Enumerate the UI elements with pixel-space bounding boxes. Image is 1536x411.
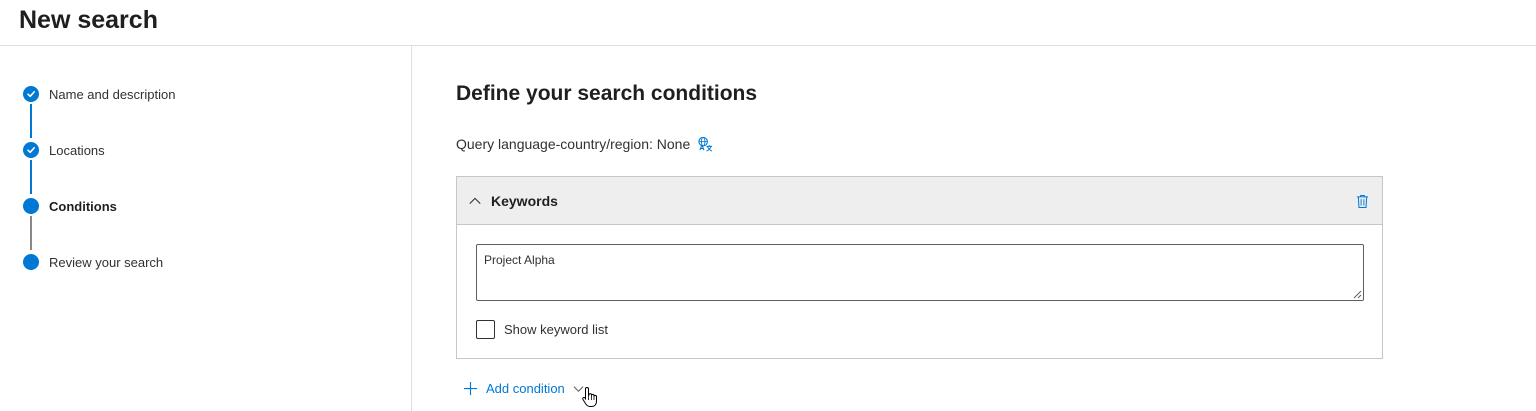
wizard-step-name-and-description[interactable]: Name and description	[23, 84, 175, 104]
resize-grip-icon[interactable]	[1353, 290, 1362, 299]
add-condition-label: Add condition	[486, 380, 565, 396]
step-label: Locations	[49, 142, 105, 158]
step-connector	[30, 104, 32, 138]
keywords-input[interactable]: Project Alpha	[476, 244, 1364, 301]
step-connector	[30, 216, 32, 250]
show-keyword-list-checkbox[interactable]: Show keyword list	[476, 320, 608, 339]
step-label: Conditions	[49, 198, 117, 214]
checkmark-icon	[23, 142, 39, 158]
hand-pointer-icon	[582, 386, 597, 407]
section-title: Define your search conditions	[456, 82, 758, 105]
step-current-dot	[23, 198, 39, 214]
keywords-condition-card: Keywords Project Alpha Show keyword list	[456, 176, 1383, 359]
wizard-step-conditions[interactable]: Conditions	[23, 196, 117, 216]
step-pending-dot	[23, 254, 39, 270]
wizard-step-review-your-search[interactable]: Review your search	[23, 252, 163, 272]
wizard-sidebar: Name and description Locations Condition…	[0, 46, 412, 411]
query-language-text: Query language-country/region: None	[456, 136, 691, 152]
translate-globe-icon[interactable]	[696, 135, 714, 153]
page-title: New search	[19, 6, 158, 34]
keywords-card-title: Keywords	[491, 192, 558, 209]
step-label: Name and description	[49, 86, 176, 102]
trash-icon[interactable]	[1354, 192, 1370, 210]
step-label: Review your search	[49, 254, 164, 270]
chevron-up-icon[interactable]	[467, 193, 483, 209]
main-content: Define your search conditions Query lang…	[456, 46, 1516, 411]
keywords-card-header[interactable]: Keywords	[457, 177, 1382, 225]
add-condition-button[interactable]: Add condition	[462, 380, 585, 396]
checkbox-box[interactable]	[476, 320, 495, 339]
step-connector	[30, 160, 32, 194]
page-header: New search	[0, 0, 1536, 46]
plus-icon	[462, 380, 478, 396]
checkmark-icon	[23, 86, 39, 102]
show-keyword-list-label: Show keyword list	[504, 322, 609, 337]
query-language: Query language-country/region: None	[456, 135, 714, 153]
wizard-step-locations[interactable]: Locations	[23, 140, 105, 160]
